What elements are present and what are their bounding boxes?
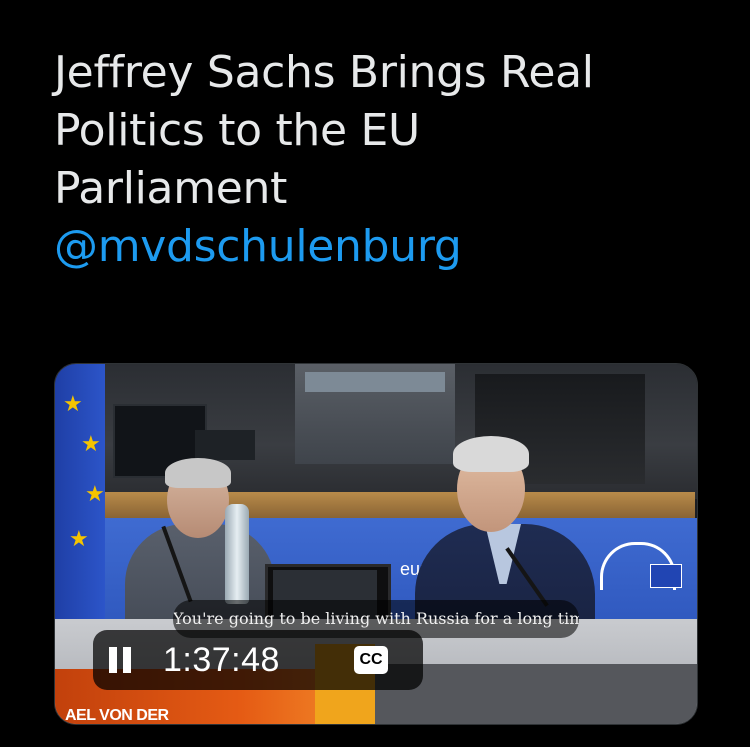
pause-bar [123, 647, 131, 673]
person-right-hair [453, 436, 529, 472]
tweet-text: Jeffrey Sachs Brings Real Politics to th… [54, 44, 714, 276]
pause-bar [109, 647, 117, 673]
video-controls: 1:37:48 CC [93, 630, 423, 690]
cc-button[interactable]: CC [351, 644, 391, 676]
water-bottle [225, 504, 249, 604]
star-icon: ★ [85, 482, 105, 507]
tweet-text-line: Jeffrey Sachs Brings Real [54, 47, 594, 98]
scene-booth-window [305, 372, 445, 392]
mention-link[interactable]: @mvdschulenburg [54, 218, 714, 276]
pause-icon[interactable] [109, 647, 133, 673]
cc-icon: CC [354, 646, 388, 674]
video-time: 1:37:48 [163, 641, 280, 679]
star-icon: ★ [81, 432, 101, 457]
scene-desk-panel [375, 664, 697, 724]
person-left-hair [165, 458, 231, 488]
name-plate-text: AEL VON DER [65, 707, 169, 724]
star-icon: ★ [69, 527, 89, 552]
video-player[interactable]: eur ★ ★ ★ ★ AEL VON DER You're going to … [54, 363, 698, 725]
tweet-text-line: Parliament [54, 163, 288, 214]
tweet-text-line: Politics to the EU [54, 105, 420, 156]
star-icon: ★ [63, 392, 83, 417]
eu-flag-mini [650, 564, 682, 588]
scene-monitor [195, 430, 255, 460]
